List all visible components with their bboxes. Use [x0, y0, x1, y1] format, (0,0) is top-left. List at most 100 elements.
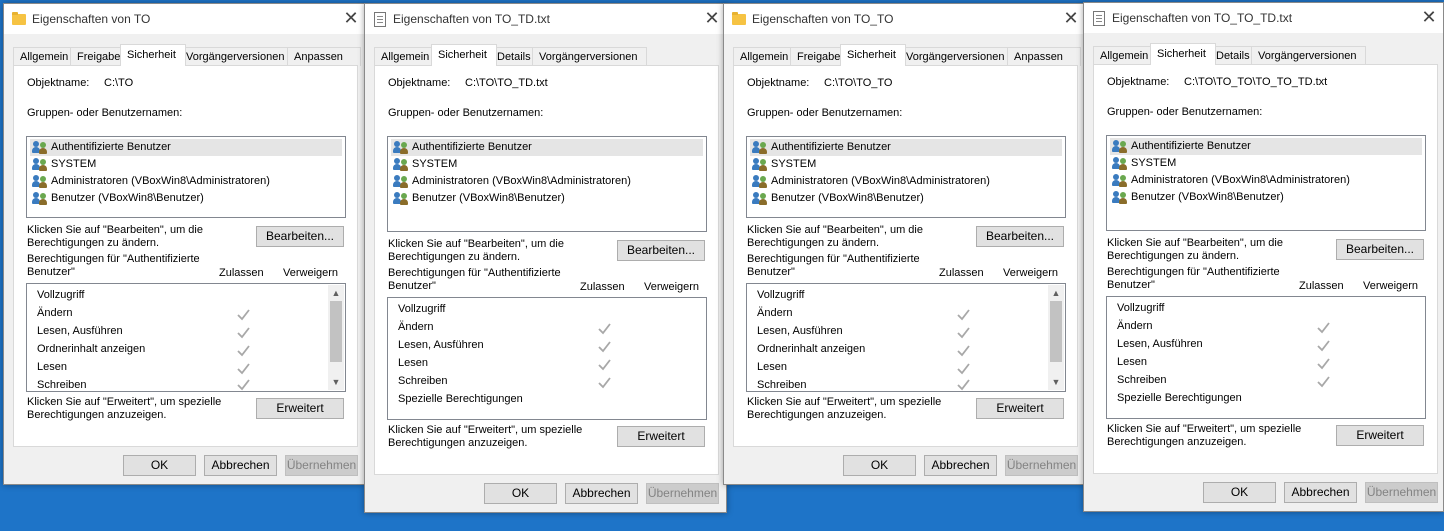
users-list[interactable]: Authentifizierte Benutzer SYSTEM Adminis…	[1106, 135, 1426, 231]
ok-button[interactable]: OK	[484, 483, 557, 504]
users-list[interactable]: Authentifizierte Benutzer SYSTEM Adminis…	[746, 136, 1066, 218]
close-icon[interactable]: ✕	[1415, 3, 1443, 33]
scroll-down-icon[interactable]: ▼	[328, 374, 344, 390]
edit-button[interactable]: Bearbeiten...	[617, 240, 705, 261]
permissions-scrollbar[interactable]: ▲ ▼	[1048, 285, 1064, 390]
scroll-up-icon[interactable]: ▲	[1048, 285, 1064, 301]
title-bar[interactable]: Eigenschaften von TO ✕	[4, 4, 365, 34]
close-icon[interactable]: ✕	[698, 4, 726, 34]
tab-freigabe[interactable]: Freigabe	[790, 47, 847, 66]
user-row-users[interactable]: Benutzer (VBoxWin8\Benutzer)	[30, 190, 342, 207]
scroll-thumb[interactable]	[330, 301, 342, 362]
advanced-hint: Klicken Sie auf "Erweitert", um speziell…	[27, 396, 222, 421]
tab-allgemein[interactable]: Allgemein	[13, 47, 77, 66]
permissions-list[interactable]: Vollzugriff Ändern Lesen, Ausführen Lese…	[387, 297, 707, 420]
ok-button[interactable]: OK	[1203, 482, 1276, 503]
user-row-authenticated[interactable]: Authentifizierte Benutzer	[391, 139, 703, 156]
perm-row: Ordnerinhalt anzeigen	[37, 343, 146, 355]
permissions-list[interactable]: Vollzugriff Ändern Lesen, Ausführen Lese…	[1106, 296, 1426, 419]
tab-sicherheit[interactable]: Sicherheit	[1150, 43, 1216, 65]
cancel-button[interactable]: Abbrechen	[204, 455, 277, 476]
advanced-button[interactable]: Erweitert	[256, 398, 344, 419]
user-row-users[interactable]: Benutzer (VBoxWin8\Benutzer)	[391, 190, 703, 207]
edit-button[interactable]: Bearbeiten...	[1336, 239, 1424, 260]
user-row-system[interactable]: SYSTEM	[391, 156, 703, 173]
tab-sicherheit[interactable]: Sicherheit	[431, 44, 497, 66]
perm-row: Schreiben	[37, 379, 87, 391]
cancel-button[interactable]: Abbrechen	[924, 455, 997, 476]
perm-row: Vollzugriff	[37, 289, 85, 301]
users-list[interactable]: Authentifizierte Benutzer SYSTEM Adminis…	[26, 136, 346, 218]
scroll-down-icon[interactable]: ▼	[1048, 374, 1064, 390]
tab-freigabe[interactable]: Freigabe	[70, 47, 127, 66]
user-label: SYSTEM	[1131, 157, 1177, 169]
edit-button[interactable]: Bearbeiten...	[256, 226, 344, 247]
cancel-button[interactable]: Abbrechen	[1284, 482, 1357, 503]
user-row-users[interactable]: Benutzer (VBoxWin8\Benutzer)	[750, 190, 1062, 207]
users-group-icon	[752, 175, 768, 188]
user-row-authenticated[interactable]: Authentifizierte Benutzer	[30, 139, 342, 156]
users-group-icon	[32, 192, 48, 205]
users-list[interactable]: Authentifizierte Benutzer SYSTEM Adminis…	[387, 136, 707, 232]
title-bar[interactable]: Eigenschaften von TO_TD.txt ✕	[365, 4, 726, 34]
advanced-button[interactable]: Erweitert	[976, 398, 1064, 419]
tab-sicherheit[interactable]: Sicherheit	[840, 44, 906, 66]
check-icon	[237, 326, 250, 339]
tab-allgemein[interactable]: Allgemein	[1093, 46, 1157, 65]
edit-button[interactable]: Bearbeiten...	[976, 226, 1064, 247]
user-row-authenticated[interactable]: Authentifizierte Benutzer	[750, 139, 1062, 156]
tab-anpassen[interactable]: Anpassen	[287, 47, 361, 66]
tab-vorgaengerversionen[interactable]: Vorgängerversionen	[532, 47, 647, 66]
scroll-thumb[interactable]	[1050, 301, 1062, 362]
ok-button[interactable]: OK	[843, 455, 916, 476]
apply-button[interactable]: Übernehmen	[646, 483, 719, 504]
deny-column-header: Verweigern	[644, 281, 700, 293]
tab-vorgaengerversionen[interactable]: Vorgängerversionen	[899, 47, 1014, 66]
user-row-system[interactable]: SYSTEM	[750, 156, 1062, 173]
perm-row: Vollzugriff	[757, 289, 805, 301]
window-title: Eigenschaften von TO_TD.txt	[393, 12, 550, 26]
tab-vorgaengerversionen[interactable]: Vorgängerversionen	[1251, 46, 1366, 65]
user-label: Authentifizierte Benutzer	[51, 141, 171, 153]
apply-button[interactable]: Übernehmen	[1005, 455, 1078, 476]
advanced-button[interactable]: Erweitert	[1336, 425, 1424, 446]
permissions-list[interactable]: Vollzugriff Ändern Lesen, Ausführen Ordn…	[746, 283, 1066, 392]
cancel-button[interactable]: Abbrechen	[565, 483, 638, 504]
apply-button[interactable]: Übernehmen	[1365, 482, 1438, 503]
advanced-button[interactable]: Erweitert	[617, 426, 705, 447]
close-icon[interactable]: ✕	[337, 4, 365, 34]
perm-row: Schreiben	[757, 379, 807, 391]
user-row-administrators[interactable]: Administratoren (VBoxWin8\Administratore…	[391, 173, 703, 190]
check-icon	[1317, 321, 1330, 334]
tab-anpassen[interactable]: Anpassen	[1007, 47, 1081, 66]
tab-vorgaengerversionen[interactable]: Vorgängerversionen	[179, 47, 294, 66]
title-bar[interactable]: Eigenschaften von TO_TO_TD.txt ✕	[1084, 3, 1443, 33]
groups-label: Gruppen- oder Benutzernamen:	[388, 107, 544, 119]
user-row-administrators[interactable]: Administratoren (VBoxWin8\Administratore…	[750, 173, 1062, 190]
allow-column-header: Zulassen	[219, 267, 264, 279]
perm-row: Ändern	[398, 321, 434, 333]
user-row-system[interactable]: SYSTEM	[30, 156, 342, 173]
allow-column-header: Zulassen	[939, 267, 984, 279]
scroll-up-icon[interactable]: ▲	[328, 285, 344, 301]
tab-sicherheit[interactable]: Sicherheit	[120, 44, 186, 66]
user-label: Authentifizierte Benutzer	[771, 141, 891, 153]
security-panel: Objektname: C:\TO\TO_TD.txt Gruppen- ode…	[374, 65, 719, 475]
permissions-list[interactable]: Vollzugriff Ändern Lesen, Ausführen Ordn…	[26, 283, 346, 392]
tab-allgemein[interactable]: Allgemein	[733, 47, 797, 66]
users-group-icon	[752, 192, 768, 205]
user-row-system[interactable]: SYSTEM	[1110, 155, 1422, 172]
close-icon[interactable]: ✕	[1057, 4, 1085, 34]
user-label: Benutzer (VBoxWin8\Benutzer)	[1131, 191, 1284, 203]
permissions-scrollbar[interactable]: ▲ ▼	[328, 285, 344, 390]
security-panel: Objektname: C:\TO\TO_TO\TO_TO_TD.txt Gru…	[1093, 64, 1438, 474]
user-row-authenticated[interactable]: Authentifizierte Benutzer	[1110, 138, 1422, 155]
tab-allgemein[interactable]: Allgemein	[374, 47, 438, 66]
user-row-administrators[interactable]: Administratoren (VBoxWin8\Administratore…	[1110, 172, 1422, 189]
edit-hint: Klicken Sie auf "Bearbeiten", um die Ber…	[388, 238, 564, 263]
title-bar[interactable]: Eigenschaften von TO_TO ✕	[724, 4, 1085, 34]
user-row-administrators[interactable]: Administratoren (VBoxWin8\Administratore…	[30, 173, 342, 190]
ok-button[interactable]: OK	[123, 455, 196, 476]
apply-button[interactable]: Übernehmen	[285, 455, 358, 476]
user-row-users[interactable]: Benutzer (VBoxWin8\Benutzer)	[1110, 189, 1422, 206]
